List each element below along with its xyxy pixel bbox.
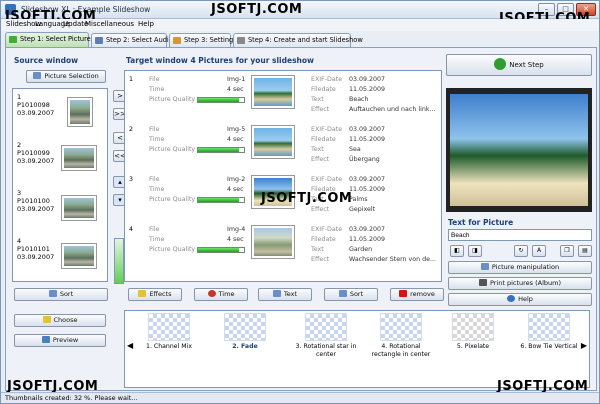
- source-item[interactable]: 1 P1010098 03.09.2007: [17, 93, 107, 139]
- menu-bar: Slideshow Language Update Miscellaneous …: [1, 19, 599, 31]
- quality-bar: [197, 97, 245, 103]
- target-thumbnail: [251, 225, 295, 259]
- font-icon[interactable]: A: [532, 245, 546, 257]
- manipulation-icon: [480, 263, 489, 270]
- source-sort-button[interactable]: Sort: [14, 288, 108, 301]
- tab-step4[interactable]: Step 4: Create and start Slideshow: [233, 33, 363, 47]
- help-icon: [507, 295, 516, 302]
- tab-step1[interactable]: Step 1: Select Pictures: [5, 32, 94, 47]
- printer-icon: [478, 279, 487, 286]
- paste-icon[interactable]: ▤: [578, 245, 592, 257]
- wand-icon: [42, 316, 51, 323]
- menu-miscellaneous[interactable]: Miscellaneous: [85, 20, 134, 28]
- transition-item[interactable]: 3. Rotational star in center: [291, 313, 361, 373]
- source-item[interactable]: 4 P1010101 03.09.2007: [17, 237, 107, 283]
- time-button[interactable]: Time: [194, 288, 248, 301]
- preview-button[interactable]: Preview: [14, 334, 106, 347]
- effects-icon: [138, 290, 147, 297]
- source-item[interactable]: 3 P1010100 03.09.2007: [17, 189, 107, 235]
- picture-text-field[interactable]: [448, 229, 592, 241]
- target-item[interactable]: 4 File Time Picture Quality Img-4 4 sec …: [129, 225, 441, 271]
- source-header: Source window: [14, 56, 79, 65]
- arrow-right-icon: [494, 58, 507, 70]
- picture-icon: [9, 36, 17, 43]
- align-center-icon[interactable]: ◨: [468, 245, 482, 257]
- clock-icon: [207, 290, 216, 297]
- transitions-panel[interactable]: ◀ ▶ 1. Channel Mix 2. Fade 3. Rotational…: [124, 310, 590, 388]
- preview-frame: [446, 88, 592, 212]
- source-thumbnail: [67, 97, 93, 127]
- transition-item[interactable]: 1. Channel Mix: [139, 313, 199, 373]
- picture-manipulation-button[interactable]: Picture manipulation: [448, 261, 592, 274]
- text-icon: [272, 290, 281, 297]
- app-window: Slideshow XL : Example Slideshow JSOFTJ.…: [0, 0, 600, 404]
- slideshow-icon: [237, 37, 245, 44]
- watermark: JSOFTJ.COM: [261, 191, 353, 206]
- target-list[interactable]: 1 File Time Picture Quality Img-1 4 sec …: [124, 70, 442, 282]
- scroll-left-icon[interactable]: ◀: [127, 341, 133, 350]
- quality-bar: [197, 197, 245, 203]
- transition-item[interactable]: 6. Bow Tie Vertical: [513, 313, 585, 373]
- settings-icon: [173, 37, 181, 44]
- progress-meter: [114, 238, 124, 284]
- rotate-icon[interactable]: ↻: [514, 245, 528, 257]
- target-item[interactable]: 2 File Time Picture Quality Img-5 4 sec …: [129, 125, 441, 171]
- target-item[interactable]: 1 File Time Picture Quality Img-1 4 sec …: [129, 75, 441, 121]
- text-button[interactable]: Text: [258, 288, 312, 301]
- quality-bar: [197, 147, 245, 153]
- audio-icon: [95, 37, 103, 44]
- target-thumbnail: [251, 75, 295, 109]
- source-thumbnail: [61, 243, 97, 269]
- next-step-button[interactable]: Next Step: [446, 54, 592, 76]
- source-thumbnail: [61, 145, 97, 171]
- watermark: JSOFTJ.COM: [211, 2, 303, 17]
- tab-step2[interactable]: Step 2: Select Audio: [91, 33, 173, 47]
- help-button[interactable]: Help: [448, 293, 592, 306]
- transition-item-selected[interactable]: 2. Fade: [215, 313, 275, 373]
- preview-image: [450, 94, 588, 206]
- target-sort-button[interactable]: Sort: [324, 288, 378, 301]
- sort-icon: [338, 290, 347, 297]
- target-header: Target window 4 Pictures for your slides…: [126, 56, 314, 65]
- choose-button[interactable]: Choose: [14, 314, 106, 327]
- source-thumbnail: [61, 195, 97, 221]
- source-item[interactable]: 2 P1010099 03.09.2007: [17, 141, 107, 187]
- text-for-picture-label: Text for Picture: [448, 218, 514, 227]
- preview-icon: [41, 336, 50, 343]
- quality-bar: [197, 247, 245, 253]
- remove-button[interactable]: remove: [390, 288, 444, 301]
- print-pictures-button[interactable]: Print pictures (Album): [448, 277, 592, 290]
- align-left-icon[interactable]: ◧: [450, 245, 464, 257]
- menu-help[interactable]: Help: [138, 20, 154, 28]
- picture-selection-button[interactable]: Picture Selection: [26, 70, 106, 83]
- source-list[interactable]: 1 P1010098 03.09.2007 2 P1010099 03.09.2…: [12, 88, 108, 282]
- target-thumbnail: [251, 125, 295, 159]
- status-bar: Thumbnails created: 32 %. Please wait...: [1, 392, 599, 403]
- main-panel: Source window Picture Selection 1 P10100…: [5, 47, 597, 391]
- effects-button[interactable]: Effects: [128, 288, 182, 301]
- sort-icon: [48, 290, 57, 297]
- transition-item[interactable]: 4. Rotational rectangle in center: [367, 313, 435, 373]
- tab-step3[interactable]: Step 3: Settings: [169, 33, 237, 47]
- copy-icon[interactable]: ❐: [560, 245, 574, 257]
- remove-icon: [399, 290, 408, 297]
- folder-icon: [33, 72, 42, 79]
- transition-item[interactable]: 5. Pixelate: [443, 313, 503, 373]
